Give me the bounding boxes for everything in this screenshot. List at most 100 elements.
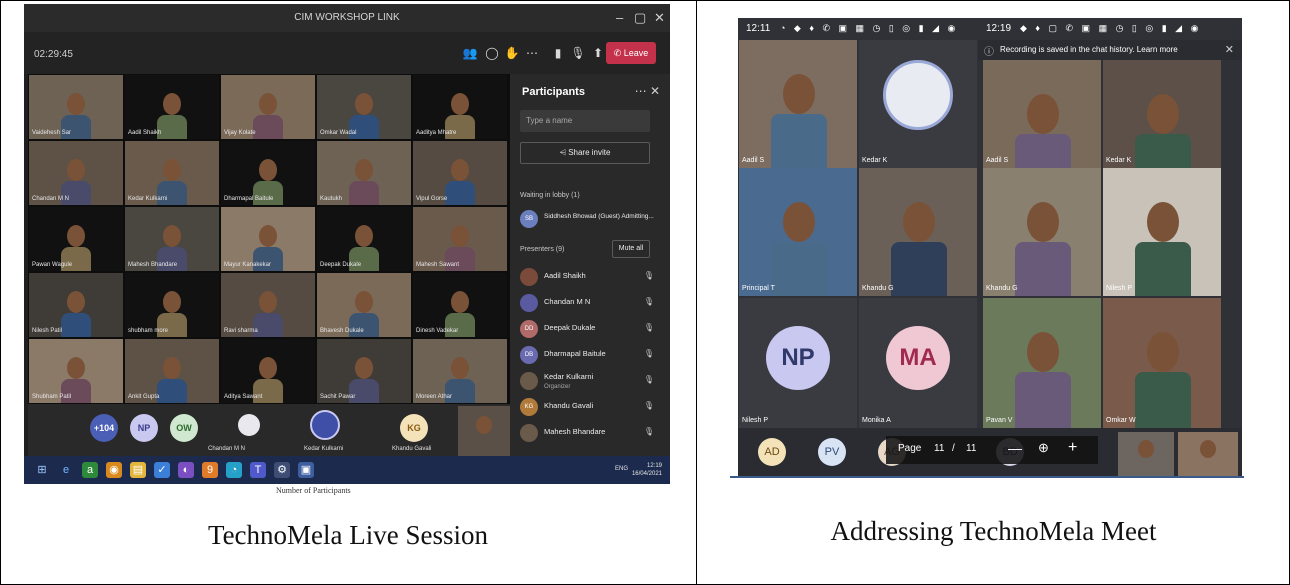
reactions-icon[interactable]: ✋ bbox=[504, 46, 520, 60]
video-tile[interactable]: Vaidehesh Sar bbox=[29, 75, 123, 139]
share-screen-icon[interactable]: ⬆ bbox=[590, 46, 606, 60]
video-tile[interactable]: Kautukh bbox=[317, 141, 411, 205]
video-tile[interactable]: Dharmapal Baitule bbox=[221, 141, 315, 205]
taskbar-clock[interactable]: 12:19 16/04/2021 bbox=[632, 462, 662, 478]
video-tile[interactable]: Vijay Kolate bbox=[221, 75, 315, 139]
mute-all-button[interactable]: Mute all bbox=[612, 240, 650, 258]
lobby-section-header[interactable]: Waiting in lobby (1) bbox=[520, 192, 580, 199]
video-tile[interactable]: Mahesh Sawant bbox=[413, 207, 507, 271]
video-tile[interactable]: Nilesh P bbox=[1103, 168, 1221, 296]
video-tile[interactable]: Vipul Gorse bbox=[413, 141, 507, 205]
overflow-count-badge[interactable]: +104 bbox=[90, 414, 118, 442]
chat-icon[interactable]: ◯ bbox=[484, 46, 500, 60]
presenters-section-header[interactable]: Presenters (9) bbox=[520, 246, 564, 253]
zoom-in-icon[interactable]: + bbox=[1068, 439, 1077, 457]
zoom-out-icon[interactable]: — bbox=[1008, 440, 1022, 456]
camera-icon[interactable]: ▮ bbox=[550, 46, 566, 60]
mic-icon[interactable]: 🎙 bbox=[644, 297, 654, 306]
video-tile[interactable]: Omkar Wadal bbox=[317, 75, 411, 139]
zoom-icon[interactable]: ⊕ bbox=[1038, 440, 1049, 456]
app-icon[interactable]: ◔ bbox=[226, 462, 242, 478]
mic-icon[interactable]: 🎙 bbox=[644, 323, 654, 332]
chrome-icon[interactable]: ◉ bbox=[106, 462, 122, 478]
dismiss-icon[interactable]: ✕ bbox=[1225, 43, 1234, 56]
participant-row[interactable]: Aadil Shaikh 🎙 bbox=[520, 266, 660, 288]
windows-start-icon[interactable]: ⊞ bbox=[34, 462, 50, 478]
video-tile[interactable]: MA Monika A bbox=[859, 298, 977, 428]
video-tile[interactable]: Mahesh Bhandare bbox=[125, 207, 219, 271]
participant-avatar[interactable]: NP bbox=[130, 414, 158, 442]
video-tile[interactable]: Aadil S bbox=[983, 60, 1101, 168]
mic-icon[interactable]: 🎙 bbox=[644, 401, 654, 410]
edge-icon[interactable]: e bbox=[58, 462, 74, 478]
panel-close-icon[interactable]: ⋯ ✕ bbox=[635, 84, 660, 98]
video-tile[interactable]: Pawan Wagule bbox=[29, 207, 123, 271]
video-tile[interactable]: Aadil Shaikh bbox=[125, 75, 219, 139]
participant-row[interactable]: DB Dharmapal Baitule 🎙 bbox=[520, 344, 660, 366]
video-tile[interactable]: Moreen Athar bbox=[413, 339, 507, 403]
participant-search-input[interactable]: Type a name bbox=[520, 110, 650, 132]
language-indicator[interactable]: ENG bbox=[615, 466, 628, 472]
leave-button[interactable]: ✆ Leave bbox=[606, 42, 656, 64]
video-tile[interactable]: NP Nilesh P bbox=[739, 298, 857, 428]
video-tile[interactable]: shubham more bbox=[125, 273, 219, 337]
video-tile[interactable]: Khandu G bbox=[859, 168, 977, 296]
participant-face bbox=[355, 225, 373, 247]
video-tile[interactable]: Dinesh Vadekar bbox=[413, 273, 507, 337]
more-icon[interactable]: ⋯ bbox=[524, 46, 540, 60]
participant-body bbox=[61, 313, 91, 337]
participant-name-label: Kautukh bbox=[320, 196, 343, 202]
mic-icon[interactable]: 🎙 bbox=[570, 46, 586, 60]
app-icon[interactable]: a bbox=[82, 462, 98, 478]
app-icon[interactable]: ▣ bbox=[298, 462, 314, 478]
video-tile[interactable]: Ravi sharma bbox=[221, 273, 315, 337]
video-tile[interactable]: Aadil S bbox=[739, 40, 857, 168]
video-tile[interactable]: Pavan V bbox=[983, 298, 1101, 428]
mic-icon[interactable]: 🎙 bbox=[644, 349, 654, 358]
close-icon[interactable]: ✕ bbox=[654, 10, 665, 26]
video-tile[interactable]: Aditya Sawant bbox=[221, 339, 315, 403]
video-tile[interactable]: Aaditya Mhatre bbox=[413, 75, 507, 139]
app-icon[interactable]: ✓ bbox=[154, 462, 170, 478]
video-tile[interactable]: Bhavesh Dukale bbox=[317, 273, 411, 337]
maximize-icon[interactable]: ▢ bbox=[634, 10, 646, 26]
participant-row[interactable]: Mahesh Bhandare 🎙 bbox=[520, 422, 660, 444]
file-explorer-icon[interactable]: ▤ bbox=[130, 462, 146, 478]
video-tile[interactable]: Nilesh Patil bbox=[29, 273, 123, 337]
participant-avatar[interactable]: KG bbox=[400, 414, 428, 442]
participant-avatar[interactable]: OW bbox=[170, 414, 198, 442]
video-tile[interactable]: Omkar W bbox=[1103, 298, 1221, 428]
participants-icon[interactable]: 👥 bbox=[462, 46, 478, 60]
lobby-participant-row[interactable]: SB Siddhesh Bhowad (Guest) Admitting... bbox=[520, 208, 660, 230]
recording-notice-text[interactable]: Recording is saved in the chat history. … bbox=[1000, 45, 1178, 54]
participant-name-label: Dharmapal Baitule bbox=[224, 196, 274, 202]
video-tile[interactable]: Kedar Kulkarni bbox=[125, 141, 219, 205]
participant-avatar[interactable]: AD bbox=[758, 438, 786, 466]
minimize-icon[interactable]: – bbox=[616, 10, 623, 25]
video-tile[interactable]: Deepak Dukale bbox=[317, 207, 411, 271]
video-tile[interactable]: Mayur Kanakekar bbox=[221, 207, 315, 271]
participant-avatar bbox=[520, 294, 538, 312]
video-tile[interactable]: Sachit Pawar bbox=[317, 339, 411, 403]
participant-row[interactable]: DD Deepak Dukale 🎙 bbox=[520, 318, 660, 340]
participant-row[interactable]: Kedar Kulkarni Organizer 🎙 bbox=[520, 370, 660, 392]
video-tile[interactable]: Kedar K bbox=[1103, 60, 1221, 168]
participant-face bbox=[451, 159, 469, 181]
participant-row[interactable]: KG Khandu Gavali 🎙 bbox=[520, 396, 660, 418]
video-tile[interactable]: Principal T bbox=[739, 168, 857, 296]
video-tile[interactable]: Shubham Patil bbox=[29, 339, 123, 403]
share-invite-button[interactable]: ⩤ Share invite bbox=[520, 142, 650, 164]
participant-row[interactable]: Chandan M N 🎙 bbox=[520, 292, 660, 314]
video-tile[interactable]: Ankit Gupta bbox=[125, 339, 219, 403]
app-icon[interactable]: ◐ bbox=[178, 462, 194, 478]
mic-icon[interactable]: 🎙 bbox=[644, 271, 654, 280]
video-tile[interactable]: Kedar K bbox=[859, 40, 977, 168]
mic-icon[interactable]: 🎙 bbox=[644, 427, 654, 436]
teams-icon[interactable]: T bbox=[250, 462, 266, 478]
mic-icon[interactable]: 🎙 bbox=[644, 375, 654, 384]
participant-avatar[interactable]: PV bbox=[818, 438, 846, 466]
app-icon[interactable]: ⚙ bbox=[274, 462, 290, 478]
video-tile[interactable]: Khandu G bbox=[983, 168, 1101, 296]
video-tile[interactable]: Chandan M N bbox=[29, 141, 123, 205]
app-icon[interactable]: 9 bbox=[202, 462, 218, 478]
